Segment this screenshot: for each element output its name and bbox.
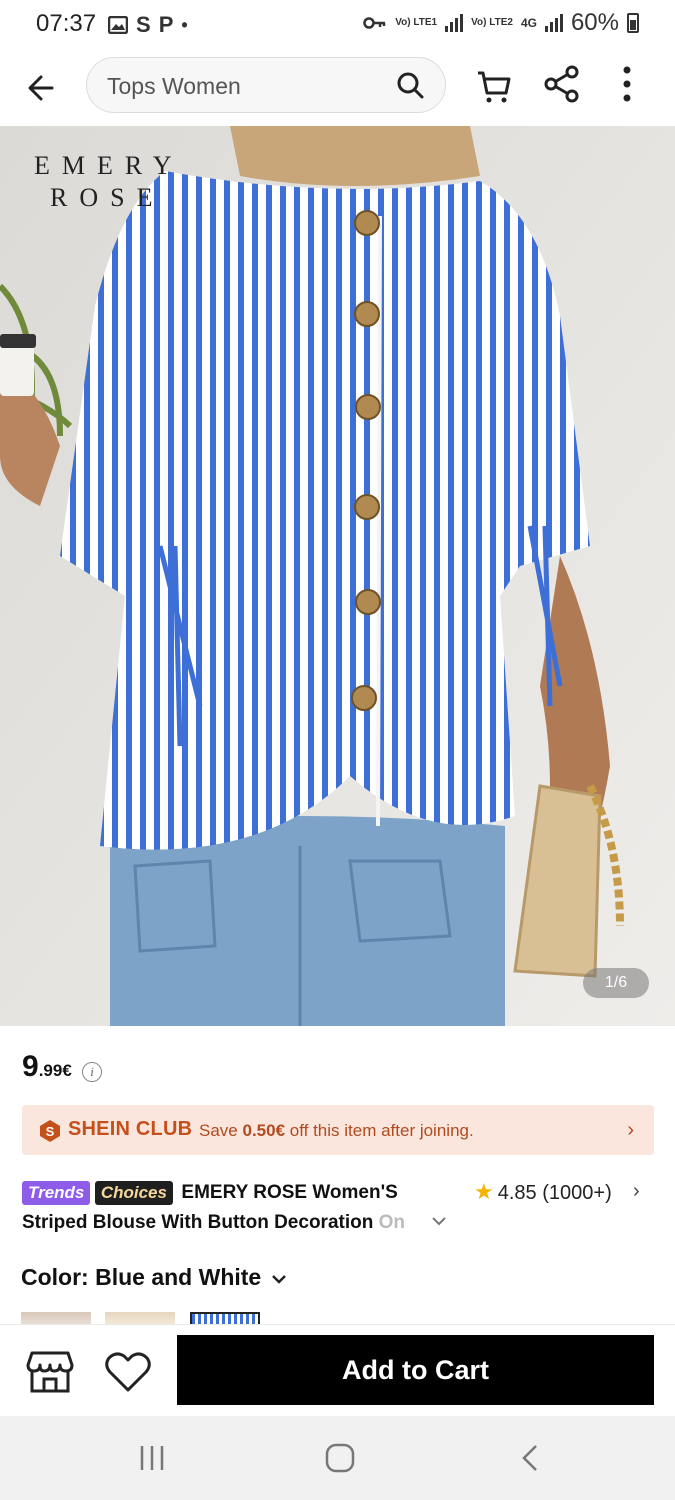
gallery-notification-icon xyxy=(108,16,128,34)
search-icon[interactable] xyxy=(395,70,425,100)
network-type: 4G xyxy=(520,16,537,30)
p-notification-icon: P xyxy=(158,12,174,37)
price-info-icon[interactable]: i xyxy=(82,1062,102,1082)
club-name: SHEIN CLUB xyxy=(68,1118,193,1140)
product-image-gallery[interactable]: EMERY ROSE 1/6 xyxy=(0,126,675,1026)
status-bar: 07:37 S P • Vo) LTE1 Vo) LTE2 4G 60% xyxy=(0,0,675,50)
expand-title-chevron-icon[interactable] xyxy=(428,1210,450,1232)
s-notification-icon: S xyxy=(136,12,151,37)
signal2-icon xyxy=(544,14,563,32)
club-badge-icon: S xyxy=(40,1120,60,1142)
store-icon[interactable] xyxy=(26,1349,74,1395)
image-counter: 1/6 xyxy=(583,968,649,998)
more-options-icon[interactable] xyxy=(612,64,642,104)
color-label[interactable]: Color: Blue and White xyxy=(21,1264,261,1291)
system-nav-bar xyxy=(0,1416,675,1500)
rating-count: (1000+) xyxy=(542,1182,612,1204)
rating-chevron-icon[interactable]: › xyxy=(633,1180,640,1203)
price: 9.99€ xyxy=(22,1050,72,1084)
chevron-right-icon: › xyxy=(627,1119,634,1141)
product-title-line2: Striped Blouse With Button Decoration On xyxy=(22,1212,405,1233)
rating-value: 4.85 xyxy=(497,1182,537,1204)
key-icon xyxy=(363,17,386,29)
status-time: 07:37 xyxy=(36,10,97,37)
brand-watermark: EMERY ROSE xyxy=(34,151,184,212)
share-icon[interactable] xyxy=(542,64,582,104)
heart-icon[interactable] xyxy=(104,1349,152,1395)
product-title: EMERY ROSE Women'S xyxy=(181,1182,398,1203)
status-right: Vo) LTE1 Vo) LTE2 4G 60% xyxy=(363,9,639,37)
price-fraction: .99€ xyxy=(38,1061,72,1080)
home-icon[interactable] xyxy=(324,1442,356,1474)
recents-icon[interactable] xyxy=(138,1444,166,1472)
signal1-icon xyxy=(445,14,464,32)
cart-icon[interactable] xyxy=(474,66,514,106)
shein-club-banner[interactable]: S SHEIN CLUB Save 0.50€ off this item af… xyxy=(22,1105,654,1155)
battery-icon xyxy=(627,13,639,33)
price-integer: 9 xyxy=(22,1050,39,1083)
add-to-cart-button[interactable]: Add to Cart xyxy=(177,1335,654,1405)
search-query: Tops Women xyxy=(107,73,241,99)
svg-text:S: S xyxy=(46,1124,55,1139)
color-chevron-down-icon[interactable] xyxy=(268,1268,290,1290)
product-rating[interactable]: ★ 4.85 (1000+) xyxy=(474,1179,612,1205)
product-photo xyxy=(0,126,675,1026)
club-offer-text: Save 0.50€ off this item after joining. xyxy=(199,1121,474,1140)
color-swatch-selected[interactable] xyxy=(190,1312,260,1324)
product-title-line1: Trends Choices EMERY ROSE Women'S xyxy=(22,1181,398,1205)
app-bar: Tops Women xyxy=(0,50,675,126)
battery-percent: 60% xyxy=(570,9,619,36)
bottom-action-bar: Add to Cart xyxy=(0,1324,675,1416)
color-swatch[interactable] xyxy=(105,1312,175,1324)
choices-tag[interactable]: Choices xyxy=(94,1181,173,1205)
back-arrow-icon[interactable] xyxy=(22,68,62,108)
sim1-label: Vo) LTE1 xyxy=(395,17,438,28)
nav-back-icon[interactable] xyxy=(516,1442,544,1474)
star-icon: ★ xyxy=(474,1179,494,1204)
notification-icons: S P • xyxy=(108,12,188,38)
search-bar[interactable]: Tops Women xyxy=(86,57,446,113)
sim2-label: Vo) LTE2 xyxy=(471,17,513,28)
color-swatch[interactable] xyxy=(21,1312,91,1324)
trends-tag[interactable]: Trends xyxy=(22,1181,91,1205)
dot-notification-icon: • xyxy=(181,14,188,35)
